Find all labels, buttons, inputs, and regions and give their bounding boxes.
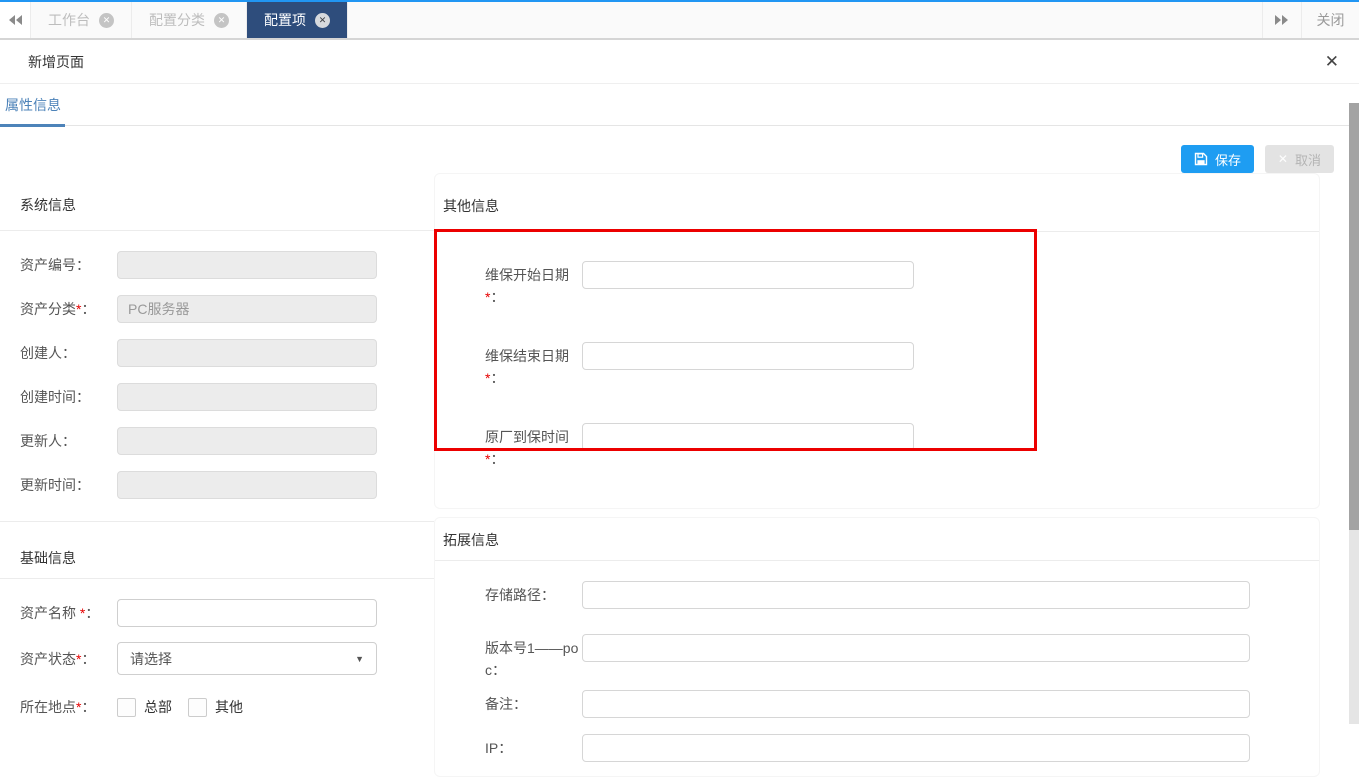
checkbox-label: 总部 bbox=[144, 697, 172, 717]
field-label: 资产分类*： bbox=[20, 299, 117, 319]
form-body: 系统信息 资产编号： 资产分类*： 创建人： 创建时间： 更新人： bbox=[0, 173, 1359, 777]
double-right-arrow-icon bbox=[1274, 14, 1290, 26]
location-checkbox-group: 总部 其他 bbox=[117, 697, 251, 717]
panel-header: 新增页面 ✕ bbox=[0, 40, 1359, 84]
scrollbar-thumb[interactable] bbox=[1349, 103, 1359, 530]
creator-input bbox=[117, 339, 377, 367]
storage-path-input[interactable] bbox=[582, 581, 1250, 609]
tab-config-item[interactable]: 配置项 ✕ bbox=[247, 2, 348, 38]
field-row-creator: 创建人： bbox=[20, 339, 434, 367]
tab-attribute-info[interactable]: 属性信息 bbox=[0, 84, 65, 127]
other-info-fields: 维保开始日期 *： 维保结束日期 *： 原厂到保时间 *： bbox=[435, 232, 1319, 508]
save-button[interactable]: 保存 bbox=[1181, 145, 1254, 173]
remark-input[interactable] bbox=[582, 690, 1250, 718]
tab-close-icon[interactable]: ✕ bbox=[214, 13, 229, 28]
field-row-maintenance-start: 维保开始日期 *： bbox=[485, 261, 1319, 308]
field-row-version: 版本号1——poc： bbox=[485, 634, 1319, 681]
select-value: 请选择 bbox=[130, 649, 172, 669]
save-floppy-icon bbox=[1194, 152, 1208, 166]
double-left-arrow-icon bbox=[7, 14, 23, 26]
maintenance-end-date-input[interactable] bbox=[582, 342, 914, 370]
basic-info-fields: 资产名称 *： 资产状态*： 请选择 ▼ 所在地点*： 总部 其他 bbox=[0, 579, 434, 721]
right-column: 其他信息 维保开始日期 *： 维保结束日期 *： 原厂到保时间 *： 拓展信息 bbox=[434, 173, 1359, 777]
asset-status-select[interactable]: 请选择 ▼ bbox=[117, 642, 377, 675]
field-row-maintenance-end: 维保结束日期 *： bbox=[485, 342, 1319, 389]
section-header-system-info: 系统信息 bbox=[0, 173, 434, 231]
section-header-other-info: 其他信息 bbox=[435, 174, 1319, 232]
section-other-info: 其他信息 维保开始日期 *： 维保结束日期 *： 原厂到保时间 *： bbox=[434, 173, 1320, 509]
field-row-updater: 更新人： bbox=[20, 427, 434, 455]
tab-bar-spacer bbox=[348, 2, 1262, 38]
asset-name-input[interactable] bbox=[117, 599, 377, 627]
field-row-storage-path: 存储路径： bbox=[485, 581, 1319, 609]
tab-label: 配置分类 bbox=[149, 10, 205, 30]
field-label: 原厂到保时间 *： bbox=[485, 423, 582, 470]
field-label: 资产名称 *： bbox=[20, 603, 117, 623]
cancel-x-icon: ✕ bbox=[1278, 152, 1288, 166]
field-label: 创建时间： bbox=[20, 387, 117, 407]
field-label: 所在地点*： bbox=[20, 697, 117, 717]
create-time-input bbox=[117, 383, 377, 411]
page-title: 新增页面 bbox=[28, 52, 84, 72]
asset-category-input bbox=[117, 295, 377, 323]
warranty-expire-input[interactable] bbox=[582, 423, 914, 451]
extend-info-fields: 存储路径： 版本号1——poc： 备注： IP： bbox=[435, 561, 1319, 776]
field-row-remark: 备注： bbox=[485, 690, 1319, 718]
field-label: 维保结束日期 *： bbox=[485, 342, 582, 389]
field-row-location: 所在地点*： 总部 其他 bbox=[20, 693, 434, 721]
form-toolbar: 保存 ✕ 取消 bbox=[0, 145, 1359, 173]
section-header-basic-info: 基础信息 bbox=[0, 522, 434, 579]
location-checkbox-other[interactable] bbox=[188, 698, 207, 717]
scrollbar-track[interactable] bbox=[1349, 530, 1359, 724]
tab-workbench[interactable]: 工作台 ✕ bbox=[31, 2, 132, 38]
cancel-button-label: 取消 bbox=[1295, 150, 1321, 169]
section-header-extend-info: 拓展信息 bbox=[435, 518, 1319, 561]
chevron-down-icon: ▼ bbox=[355, 654, 364, 664]
ip-input[interactable] bbox=[582, 734, 1250, 762]
window-tab-bar: 工作台 ✕ 配置分类 ✕ 配置项 ✕ 关闭 bbox=[0, 2, 1359, 40]
field-label: 版本号1——poc： bbox=[485, 634, 582, 681]
left-column: 系统信息 资产编号： 资产分类*： 创建人： 创建时间： 更新人： bbox=[0, 173, 434, 721]
asset-number-input bbox=[117, 251, 377, 279]
field-label: IP： bbox=[485, 734, 582, 759]
field-label: 备注： bbox=[485, 690, 582, 715]
tab-label: 工作台 bbox=[48, 10, 90, 30]
scroll-tabs-right-button[interactable] bbox=[1262, 2, 1302, 38]
field-label: 维保开始日期 *： bbox=[485, 261, 582, 308]
field-label: 创建人： bbox=[20, 343, 117, 363]
field-row-asset-number: 资产编号： bbox=[20, 251, 434, 279]
field-label: 资产编号： bbox=[20, 255, 117, 275]
field-label: 存储路径： bbox=[485, 581, 582, 606]
field-row-warranty-expire: 原厂到保时间 *： bbox=[485, 423, 1319, 470]
field-row-ip: IP： bbox=[485, 734, 1319, 762]
section-extend-info: 拓展信息 存储路径： 版本号1——poc： 备注： IP： bbox=[434, 517, 1320, 777]
field-row-update-time: 更新时间： bbox=[20, 471, 434, 499]
field-row-asset-status: 资产状态*： 请选择 ▼ bbox=[20, 642, 434, 675]
update-time-input bbox=[117, 471, 377, 499]
field-row-create-time: 创建时间： bbox=[20, 383, 434, 411]
save-button-label: 保存 bbox=[1215, 150, 1241, 169]
tab-close-icon[interactable]: ✕ bbox=[315, 13, 330, 28]
field-row-asset-category: 资产分类*： bbox=[20, 295, 434, 323]
version-input[interactable] bbox=[582, 634, 1250, 662]
tab-config-category[interactable]: 配置分类 ✕ bbox=[132, 2, 247, 38]
field-label: 更新人： bbox=[20, 431, 117, 451]
cancel-button[interactable]: ✕ 取消 bbox=[1265, 145, 1334, 173]
field-row-asset-name: 资产名称 *： bbox=[20, 599, 434, 627]
checkbox-label: 其他 bbox=[215, 697, 243, 717]
system-info-fields: 资产编号： 资产分类*： 创建人： 创建时间： 更新人： 更新时间： bbox=[0, 231, 434, 499]
close-icon[interactable]: ✕ bbox=[1325, 53, 1339, 70]
maintenance-start-date-input[interactable] bbox=[582, 261, 914, 289]
tab-label: 配置项 bbox=[264, 10, 306, 30]
location-checkbox-hq[interactable] bbox=[117, 698, 136, 717]
tab-close-icon[interactable]: ✕ bbox=[99, 13, 114, 28]
field-label: 更新时间： bbox=[20, 475, 117, 495]
updater-input bbox=[117, 427, 377, 455]
panel-tabs: 属性信息 bbox=[0, 84, 1359, 126]
scroll-tabs-left-button[interactable] bbox=[0, 2, 31, 38]
close-all-tabs-button[interactable]: 关闭 bbox=[1302, 2, 1359, 38]
field-label: 资产状态*： bbox=[20, 649, 117, 669]
